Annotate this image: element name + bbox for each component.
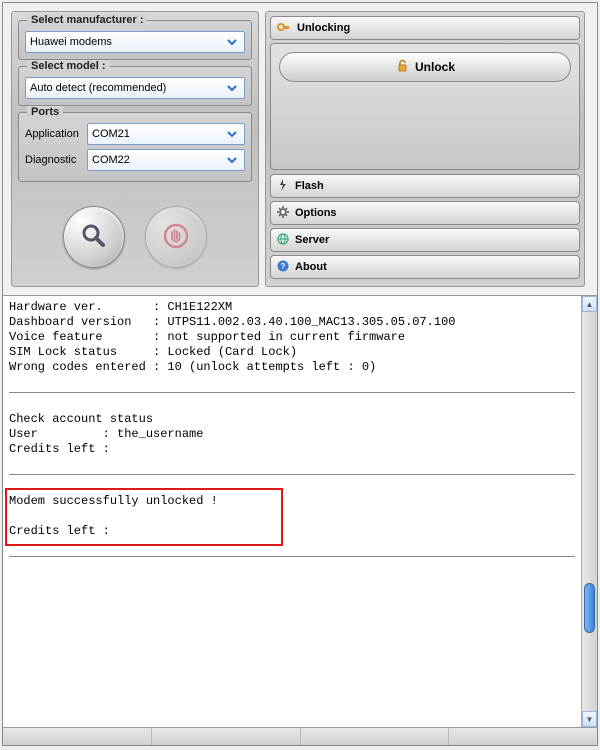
section-server-label: Server [295,234,329,246]
scroll-track[interactable] [582,312,597,711]
search-button[interactable] [63,206,125,268]
port-app-label: Application [25,128,83,140]
scroll-down-icon[interactable]: ▼ [582,711,597,727]
log-output[interactable]: Hardware ver. : CH1E122XM Dashboard vers… [3,296,581,727]
log-line: Credits left : [9,524,110,538]
section-flash[interactable]: Flash [270,174,580,198]
top-area: Select manufacturer : Huawei modems Sele… [3,3,597,295]
app-window: Select manufacturer : Huawei modems Sele… [2,2,598,746]
manufacturer-group: Select manufacturer : Huawei modems [18,20,252,60]
model-dropdown[interactable]: Auto detect (recommended) [25,77,245,99]
separator [9,556,575,557]
status-cell [301,728,450,745]
log-line: User : the_username [9,427,203,441]
action-icons [18,196,252,278]
manufacturer-dropdown[interactable]: Huawei modems [25,31,245,53]
section-about-label: About [295,261,327,273]
scroll-up-icon[interactable]: ▲ [582,296,597,312]
left-panel: Select manufacturer : Huawei modems Sele… [11,11,259,287]
model-group: Select model : Auto detect (recommended) [18,66,252,106]
section-options-label: Options [295,207,337,219]
section-unlocking[interactable]: Unlocking [270,16,580,40]
separator [9,392,575,393]
port-app-value: COM21 [92,128,224,140]
stop-button[interactable] [145,206,207,268]
ports-title: Ports [27,106,63,118]
section-flash-label: Flash [295,180,324,192]
status-cell [449,728,597,745]
separator [9,474,575,475]
section-server[interactable]: Server [270,228,580,252]
ports-group: Ports Application COM21 Diagnostic COM22 [18,112,252,182]
log-line: Hardware ver. : CH1E122XM [9,300,232,314]
unlock-button[interactable]: Unlock [279,52,571,82]
unlocking-body: Unlock [270,43,580,170]
log-line: Voice feature : not supported in current… [9,330,405,344]
manufacturer-value: Huawei modems [30,36,224,48]
svg-text:?: ? [281,262,286,271]
manufacturer-title: Select manufacturer : [27,14,147,26]
log-line: Wrong codes entered : 10 (unlock attempt… [9,360,376,374]
scroll-thumb[interactable] [584,583,595,633]
port-diag-dropdown[interactable]: COM22 [87,149,245,171]
chevron-down-icon [224,34,240,50]
log-area: Hardware ver. : CH1E122XM Dashboard vers… [3,295,597,727]
status-bar [3,727,597,745]
port-app-dropdown[interactable]: COM21 [87,123,245,145]
log-line: Modem successfully unlocked ! [9,494,218,508]
globe-icon [277,233,289,248]
log-line: Check account status [9,412,153,426]
lightning-icon [277,179,289,194]
padlock-open-icon [395,59,409,76]
model-value: Auto detect (recommended) [30,82,224,94]
section-about[interactable]: ? About [270,255,580,279]
chevron-down-icon [224,152,240,168]
gear-icon [277,206,289,221]
scrollbar[interactable]: ▲ ▼ [581,296,597,727]
section-unlocking-label: Unlocking [297,22,350,34]
stop-hand-icon [163,223,189,252]
model-title: Select model : [27,60,110,72]
key-icon [277,20,291,37]
magnifier-icon [80,222,108,253]
log-line: Dashboard version : UTPS11.002.03.40.100… [9,315,455,329]
info-icon: ? [277,260,289,275]
log-line: Credits left : [9,442,110,456]
log-line: SIM Lock status : Locked (Card Lock) [9,345,297,359]
chevron-down-icon [224,126,240,142]
port-diag-value: COM22 [92,154,224,166]
unlock-button-label: Unlock [415,60,455,74]
port-diag-label: Diagnostic [25,154,83,166]
status-cell [152,728,301,745]
right-panel: Unlocking Unlock Flash [265,11,585,287]
chevron-down-icon [224,80,240,96]
status-cell [3,728,152,745]
section-options[interactable]: Options [270,201,580,225]
